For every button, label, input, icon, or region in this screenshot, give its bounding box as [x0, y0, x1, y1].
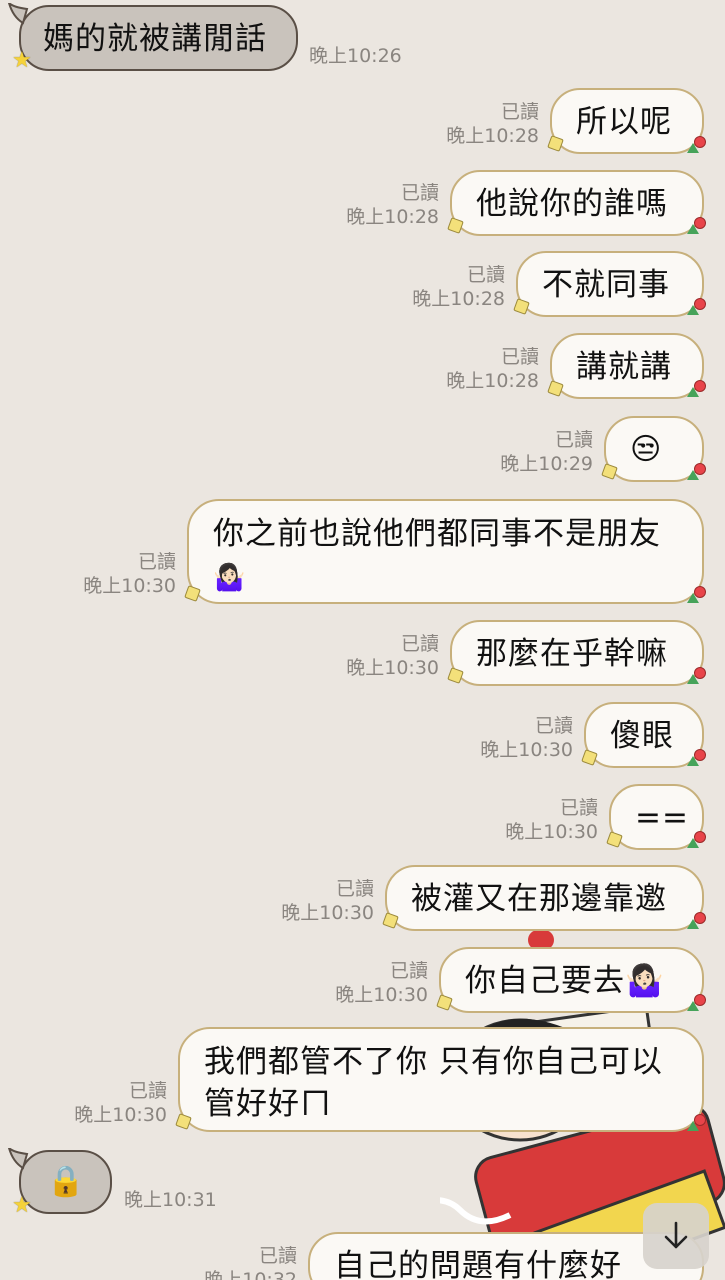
message-bubble[interactable]: 你自己要去🤷🏻‍♀️	[439, 947, 704, 1013]
message-text-line: 管好好ㄇ	[204, 1086, 332, 1122]
leaf-decoration	[687, 305, 699, 315]
timestamp: 晚上10:30	[83, 575, 176, 597]
message-meta: 已讀 晚上10:29	[474, 428, 593, 476]
read-receipt: 已讀	[335, 878, 374, 900]
timestamp: 晚上10:31	[124, 1189, 217, 1211]
read-receipt: 已讀	[534, 715, 573, 737]
message-meta: 已讀 晚上10:28	[386, 263, 505, 311]
bubble-tail	[7, 3, 29, 25]
message-bubble[interactable]: 傻眼	[584, 702, 704, 768]
message-meta: 已讀 晚上10:30	[48, 1079, 167, 1127]
message-bubble[interactable]: 那麼在乎幹嘛	[450, 620, 704, 686]
star-icon: ★	[12, 1193, 32, 1218]
message-text: 講就講	[576, 349, 672, 385]
timestamp: 晚上10:30	[281, 902, 374, 924]
leaf-decoration	[687, 470, 699, 480]
message-text: 自己的問題有什麼好	[334, 1248, 622, 1280]
message-meta: 已讀 晚上10:30	[57, 550, 176, 598]
arrow-down-icon	[664, 1221, 688, 1249]
timestamp: 晚上10:30	[335, 984, 428, 1006]
leaf-decoration	[687, 387, 699, 397]
message-text: 那麼在乎幹嘛	[476, 636, 668, 672]
read-receipt: 已讀	[137, 551, 176, 573]
message-bubble[interactable]: 我們都管不了你 只有你自己可以 管好好ㄇ	[178, 1027, 704, 1132]
timestamp: 晚上10:30	[74, 1104, 167, 1126]
message-text: 傻眼	[610, 718, 674, 754]
message-meta: 已讀 晚上10:30	[309, 959, 428, 1007]
timestamp: 晚上10:28	[412, 288, 505, 310]
read-receipt: 已讀	[500, 346, 539, 368]
read-receipt: 已讀	[466, 264, 505, 286]
leaf-decoration	[687, 593, 699, 603]
leaf-decoration	[687, 1121, 699, 1131]
timestamp: 晚上10:26	[309, 45, 402, 67]
message-meta: 已讀 晚上10:30	[320, 632, 439, 680]
message-meta: 已讀 晚上10:30	[479, 796, 598, 844]
person-shrugging-icon: 🤷🏻‍♀️	[213, 563, 247, 593]
message-text-line: 你之前也說他們都同事不是朋友	[213, 516, 661, 552]
scroll-to-bottom-button[interactable]	[643, 1203, 709, 1269]
message-meta: 已讀 晚上10:28	[420, 100, 539, 148]
message-meta: 已讀 晚上10:30	[255, 877, 374, 925]
message-bubble[interactable]: 被灌又在那邊靠邀	[385, 865, 704, 931]
message-bubble[interactable]: 所以呢	[550, 88, 704, 154]
bubble-tail	[7, 1148, 29, 1170]
timestamp: 晚上10:30	[346, 657, 439, 679]
message-bubble[interactable]: 不就同事	[516, 251, 704, 317]
message-bubble[interactable]: 講就講	[550, 333, 704, 399]
read-receipt: 已讀	[559, 797, 598, 819]
leaf-decoration	[687, 224, 699, 234]
leaf-decoration	[687, 756, 699, 766]
leaf-decoration	[687, 674, 699, 684]
unamused-face-icon: 😒	[630, 432, 663, 467]
message-meta: 已讀 晚上10:28	[420, 345, 539, 393]
message-bubble[interactable]: 🔒	[7, 1148, 112, 1214]
star-icon: ★	[12, 48, 32, 73]
timestamp: 晚上10:30	[505, 821, 598, 843]
read-receipt: 已讀	[554, 429, 593, 451]
read-receipt: 已讀	[258, 1245, 297, 1267]
message-text: 媽的就被講閒話	[43, 21, 267, 57]
chat-area: 媽的就被講閒話 ★ 晚上10:26 已讀 晚上10:28 所以呢 已讀 晚上10…	[0, 0, 725, 1280]
read-receipt: 已讀	[389, 960, 428, 982]
read-receipt: 已讀	[128, 1080, 167, 1102]
timestamp: 晚上10:29	[500, 453, 593, 475]
message-meta: 已讀 晚上10:30	[454, 714, 573, 762]
message-text: 你自己要去🤷🏻‍♀️	[465, 963, 665, 999]
timestamp: 晚上10:28	[346, 206, 439, 228]
leaf-decoration	[687, 143, 699, 153]
message-text-line: 我們都管不了你 只有你自己可以	[204, 1044, 663, 1080]
leaf-decoration	[687, 919, 699, 929]
read-receipt: 已讀	[400, 182, 439, 204]
timestamp: 晚上10:28	[446, 125, 539, 147]
lock-icon: 🔒	[47, 1164, 86, 1199]
message-bubble[interactable]: 你之前也說他們都同事不是朋友 🤷🏻‍♀️	[187, 499, 704, 604]
message-bubble[interactable]: 他說你的誰嗎	[450, 170, 704, 236]
message-text: 他說你的誰嗎	[476, 186, 668, 222]
leaf-decoration	[687, 1001, 699, 1011]
message-text: 不就同事	[542, 267, 670, 303]
timestamp: 晚上10:32	[204, 1269, 297, 1280]
message-bubble[interactable]: 媽的就被講閒話	[7, 3, 298, 71]
message-meta: 已讀 晚上10:32	[178, 1244, 297, 1280]
message-text: 所以呢	[576, 104, 672, 140]
timestamp: 晚上10:28	[446, 370, 539, 392]
read-receipt: 已讀	[400, 633, 439, 655]
timestamp: 晚上10:30	[480, 739, 573, 761]
message-meta: 已讀 晚上10:28	[320, 181, 439, 229]
message-text: ==	[635, 800, 689, 836]
leaf-decoration	[687, 838, 699, 848]
read-receipt: 已讀	[500, 101, 539, 123]
message-text: 被灌又在那邊靠邀	[411, 881, 667, 917]
